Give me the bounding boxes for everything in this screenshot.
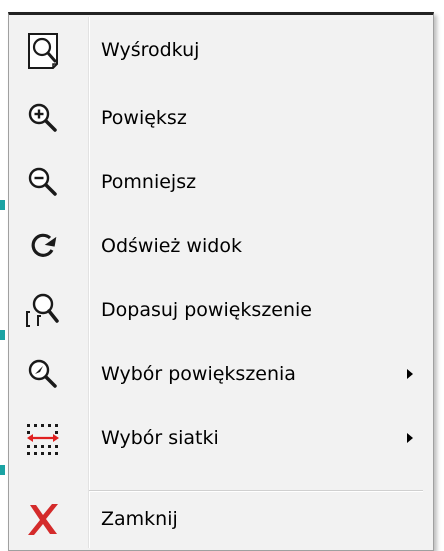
edge-marker — [0, 330, 5, 340]
menu-item-refresh[interactable]: Odśwież widok — [9, 214, 433, 278]
edge-marker — [0, 200, 5, 210]
zoom-in-icon — [21, 98, 65, 138]
menu-item-label: Zamknij — [101, 508, 178, 530]
submenu-arrow-icon — [407, 433, 413, 443]
menu-item-label: Pomniejsz — [101, 171, 197, 193]
menu-item-zoom-fit[interactable]: Dopasuj powiększenie — [9, 278, 433, 342]
edge-marker — [0, 465, 5, 475]
refresh-icon — [21, 226, 65, 266]
menu-item-label: Wybór powiększenia — [101, 363, 296, 385]
menu-item-label: Wyśrodkuj — [101, 39, 200, 61]
grid-select-icon — [21, 418, 65, 458]
background-top — [0, 0, 444, 12]
menu-item-label: Wybór siatki — [101, 427, 219, 449]
menu-item-grid-select[interactable]: Wybór siatki — [9, 406, 433, 470]
menu-item-zoom-in[interactable]: Powiększ — [9, 86, 433, 150]
background-right — [434, 0, 444, 551]
menu-item-zoom-out[interactable]: Pomniejsz — [9, 150, 433, 214]
close-icon — [21, 499, 65, 539]
submenu-arrow-icon — [407, 369, 413, 379]
menu-item-label: Dopasuj powiększenie — [101, 299, 312, 321]
menu-item-close[interactable]: Zamknij — [9, 487, 433, 551]
zoom-select-icon — [21, 354, 65, 394]
center-view-icon — [21, 30, 65, 70]
menu-item-label: Odśwież widok — [101, 235, 242, 257]
menu-item-zoom-select[interactable]: Wybór powiększenia — [9, 342, 433, 406]
menu-item-label: Powiększ — [101, 107, 187, 129]
context-menu: Wyśrodkuj Powiększ Pomniejsz Odśwież wid… — [8, 12, 434, 551]
zoom-fit-icon — [21, 290, 65, 330]
menu-item-center[interactable]: Wyśrodkuj — [9, 18, 433, 82]
zoom-out-icon — [21, 162, 65, 202]
